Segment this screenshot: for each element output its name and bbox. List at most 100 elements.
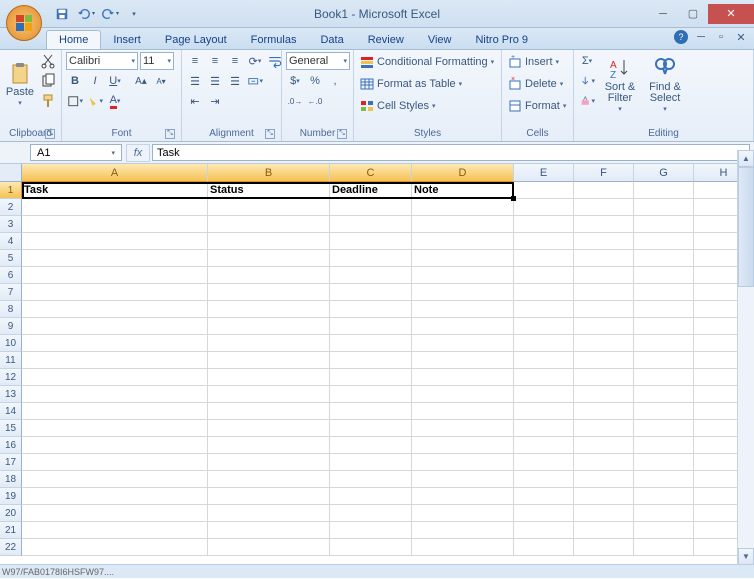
cell-E14[interactable]: [514, 403, 574, 420]
cell-D20[interactable]: [412, 505, 514, 522]
cell-E19[interactable]: [514, 488, 574, 505]
decrease-decimal-icon[interactable]: ←.0: [306, 92, 324, 110]
row-header-2[interactable]: 2: [0, 199, 22, 216]
col-header-C[interactable]: C: [330, 164, 412, 182]
cell-A8[interactable]: [22, 301, 208, 318]
cell-D12[interactable]: [412, 369, 514, 386]
bold-button[interactable]: B: [66, 72, 84, 90]
cell-B9[interactable]: [208, 318, 330, 335]
cell-B12[interactable]: [208, 369, 330, 386]
cell-A3[interactable]: [22, 216, 208, 233]
maximize-button[interactable]: ▢: [678, 4, 708, 24]
insert-cells-button[interactable]: +Insert▾: [506, 52, 561, 72]
row-header-8[interactable]: 8: [0, 301, 22, 318]
row-header-4[interactable]: 4: [0, 233, 22, 250]
cell-E1[interactable]: [514, 182, 574, 199]
cell-E9[interactable]: [514, 318, 574, 335]
cell-G17[interactable]: [634, 454, 694, 471]
tab-view[interactable]: View: [416, 31, 464, 49]
tab-pagelayout[interactable]: Page Layout: [153, 31, 239, 49]
cell-C17[interactable]: [330, 454, 412, 471]
spreadsheet-grid[interactable]: ABCDEFGH1TaskStatusDeadlineNote234567891…: [0, 164, 754, 564]
cell-C4[interactable]: [330, 233, 412, 250]
col-header-B[interactable]: B: [208, 164, 330, 182]
vertical-scrollbar[interactable]: ▲ ▼: [737, 150, 754, 565]
cell-D21[interactable]: [412, 522, 514, 539]
cell-C15[interactable]: [330, 420, 412, 437]
cell-C13[interactable]: [330, 386, 412, 403]
cell-F13[interactable]: [574, 386, 634, 403]
cell-E16[interactable]: [514, 437, 574, 454]
ribbon-minimize-icon[interactable]: ─: [694, 30, 708, 44]
font-name-combo[interactable]: Calibri▾: [66, 52, 138, 70]
tab-formulas[interactable]: Formulas: [239, 31, 309, 49]
cell-B6[interactable]: [208, 267, 330, 284]
doc-restore-icon[interactable]: ▫: [714, 30, 728, 44]
increase-decimal-icon[interactable]: .0→: [286, 92, 304, 110]
cell-D7[interactable]: [412, 284, 514, 301]
cell-F19[interactable]: [574, 488, 634, 505]
cell-A4[interactable]: [22, 233, 208, 250]
cell-D1[interactable]: Note: [412, 182, 514, 199]
row-header-14[interactable]: 14: [0, 403, 22, 420]
cell-E8[interactable]: [514, 301, 574, 318]
cell-G20[interactable]: [634, 505, 694, 522]
row-header-5[interactable]: 5: [0, 250, 22, 267]
cell-C14[interactable]: [330, 403, 412, 420]
decrease-indent-icon[interactable]: ⇤: [186, 92, 204, 110]
fill-icon[interactable]: ▾: [578, 72, 596, 90]
cell-B17[interactable]: [208, 454, 330, 471]
cell-D17[interactable]: [412, 454, 514, 471]
align-right-icon[interactable]: ☰: [226, 72, 244, 90]
cell-B5[interactable]: [208, 250, 330, 267]
row-header-3[interactable]: 3: [0, 216, 22, 233]
cell-B22[interactable]: [208, 539, 330, 556]
row-header-19[interactable]: 19: [0, 488, 22, 505]
formula-input[interactable]: Task: [152, 144, 750, 161]
redo-icon[interactable]: ▾: [100, 4, 120, 24]
cell-F5[interactable]: [574, 250, 634, 267]
cell-A2[interactable]: [22, 199, 208, 216]
row-header-22[interactable]: 22: [0, 539, 22, 556]
comma-icon[interactable]: ,: [326, 72, 344, 90]
col-header-G[interactable]: G: [634, 164, 694, 182]
align-top-icon[interactable]: ≡: [186, 52, 204, 70]
cell-E17[interactable]: [514, 454, 574, 471]
shrink-font-icon[interactable]: A▾: [152, 72, 170, 90]
scroll-down-icon[interactable]: ▼: [738, 548, 754, 565]
font-color-icon[interactable]: A▾: [106, 92, 124, 110]
cell-F6[interactable]: [574, 267, 634, 284]
cell-A15[interactable]: [22, 420, 208, 437]
cell-D3[interactable]: [412, 216, 514, 233]
cell-B11[interactable]: [208, 352, 330, 369]
cell-A21[interactable]: [22, 522, 208, 539]
paste-button[interactable]: Paste ▾: [4, 52, 36, 118]
cell-B19[interactable]: [208, 488, 330, 505]
cell-A17[interactable]: [22, 454, 208, 471]
cell-G6[interactable]: [634, 267, 694, 284]
cell-C20[interactable]: [330, 505, 412, 522]
cell-F20[interactable]: [574, 505, 634, 522]
cell-B14[interactable]: [208, 403, 330, 420]
cell-C22[interactable]: [330, 539, 412, 556]
font-size-combo[interactable]: 11▾: [140, 52, 174, 70]
col-header-A[interactable]: A: [22, 164, 208, 182]
cell-D9[interactable]: [412, 318, 514, 335]
col-header-E[interactable]: E: [514, 164, 574, 182]
row-header-15[interactable]: 15: [0, 420, 22, 437]
cell-A14[interactable]: [22, 403, 208, 420]
cell-A16[interactable]: [22, 437, 208, 454]
cell-E18[interactable]: [514, 471, 574, 488]
cell-E20[interactable]: [514, 505, 574, 522]
cell-B18[interactable]: [208, 471, 330, 488]
cell-B4[interactable]: [208, 233, 330, 250]
row-header-20[interactable]: 20: [0, 505, 22, 522]
row-header-11[interactable]: 11: [0, 352, 22, 369]
tab-review[interactable]: Review: [356, 31, 416, 49]
name-box[interactable]: A1▾: [30, 144, 122, 161]
cell-E2[interactable]: [514, 199, 574, 216]
cell-E15[interactable]: [514, 420, 574, 437]
cell-F21[interactable]: [574, 522, 634, 539]
cell-E21[interactable]: [514, 522, 574, 539]
row-header-7[interactable]: 7: [0, 284, 22, 301]
